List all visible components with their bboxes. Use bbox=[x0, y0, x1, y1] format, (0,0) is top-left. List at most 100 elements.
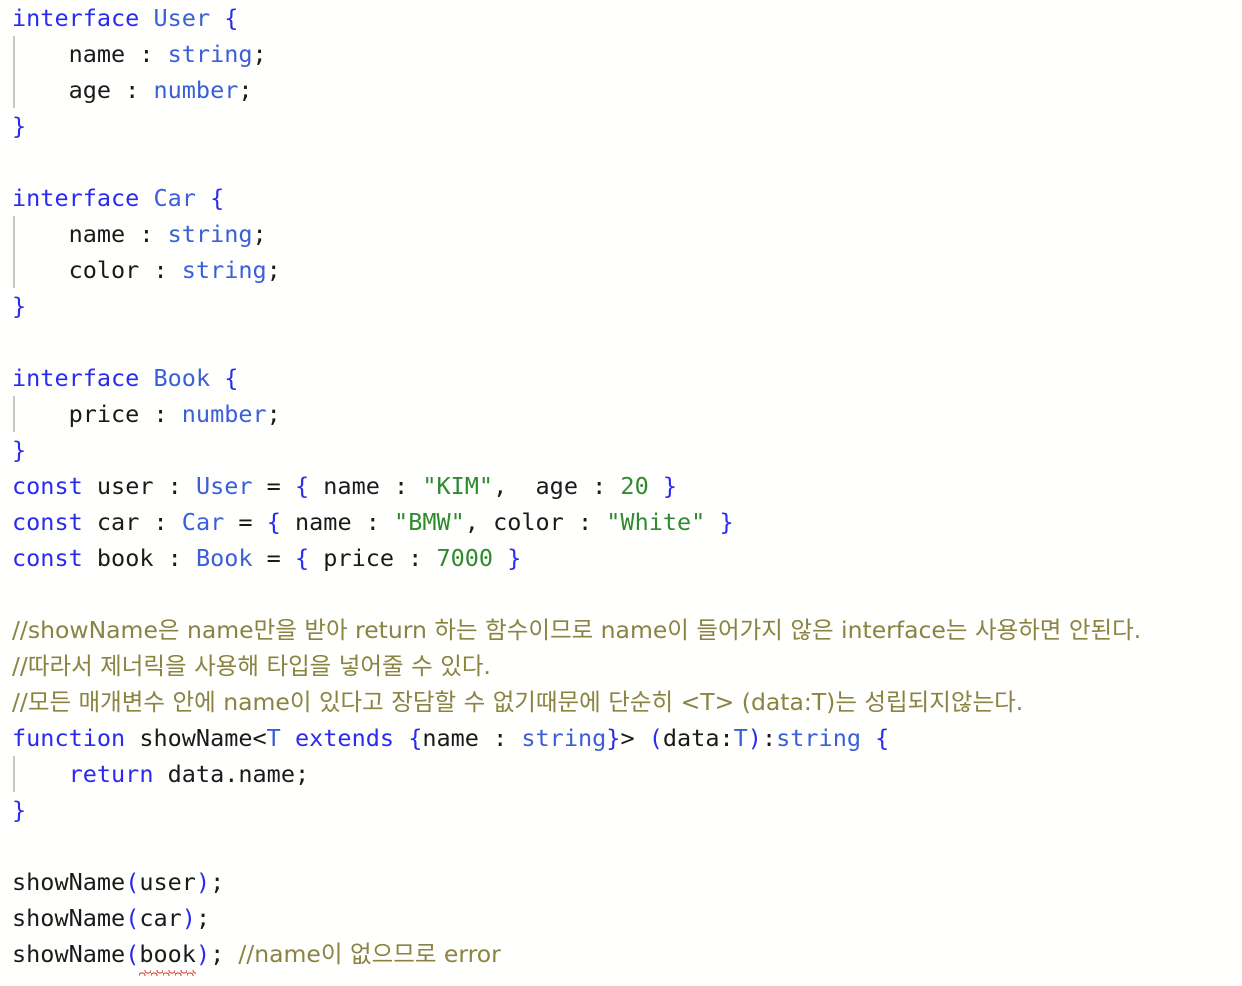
code-token-pln: showName< bbox=[125, 724, 267, 752]
code-token-pln: = bbox=[252, 544, 295, 572]
indent-guide bbox=[13, 252, 15, 288]
code-editor[interactable]: interface User { name : string; age : nu… bbox=[0, 0, 1242, 976]
code-token-pun: ; bbox=[195, 904, 211, 932]
code-token-brc: { bbox=[294, 544, 310, 572]
code-token-pln: car : bbox=[82, 508, 182, 536]
code-line[interactable]: } bbox=[12, 288, 1242, 324]
code-line[interactable]: const user : User = { name : "KIM", age … bbox=[12, 468, 1242, 504]
code-token-typ: string bbox=[167, 40, 253, 68]
code-token-brc: } bbox=[12, 292, 27, 320]
code-line[interactable]: showName(car); bbox=[12, 900, 1242, 936]
code-token-brc: { bbox=[875, 724, 890, 752]
code-token-str: "BMW" bbox=[394, 508, 465, 536]
code-token-typ: number bbox=[181, 400, 267, 428]
code-token-brc: { bbox=[266, 508, 281, 536]
code-token-brc: ) bbox=[747, 724, 762, 752]
code-line[interactable]: } bbox=[12, 108, 1242, 144]
code-token-pln: user : bbox=[82, 472, 196, 500]
code-token-pln: showName bbox=[12, 868, 126, 896]
code-token-pun: ; bbox=[238, 76, 253, 104]
code-token-brc: } bbox=[12, 112, 27, 140]
code-token-brc: } bbox=[12, 796, 27, 824]
code-token-pln: name : bbox=[12, 40, 168, 68]
code-token-pln bbox=[139, 4, 153, 32]
code-token-brc: ) bbox=[195, 868, 211, 896]
code-token-pun: ; bbox=[252, 220, 267, 248]
code-line[interactable]: age : number; bbox=[12, 72, 1242, 108]
code-line[interactable] bbox=[12, 144, 1242, 180]
code-token-typ: number bbox=[153, 76, 239, 104]
code-token-kw: interface bbox=[12, 184, 140, 212]
code-line[interactable]: const book : Book = { price : 7000 } bbox=[12, 540, 1242, 576]
code-line[interactable]: function showName<T extends {name : stri… bbox=[12, 720, 1242, 756]
code-line[interactable]: return data.name; bbox=[12, 756, 1242, 792]
code-token-brc: ( bbox=[125, 904, 140, 932]
code-token-pln bbox=[281, 724, 295, 752]
code-line[interactable] bbox=[12, 828, 1242, 864]
code-token-typ: Book bbox=[195, 544, 253, 572]
code-line[interactable]: //따라서 제너릭을 사용해 타입을 넣어줄 수 있다. bbox=[12, 648, 1242, 684]
code-token-brc: { bbox=[408, 724, 423, 752]
code-token-pln: user bbox=[139, 868, 196, 896]
code-token-typ: T bbox=[266, 724, 281, 752]
code-token-pun: : bbox=[761, 724, 777, 752]
code-line[interactable]: //showName은 name만을 받아 return 하는 함수이므로 na… bbox=[12, 612, 1242, 648]
code-token-pln: , age : bbox=[493, 472, 621, 500]
code-token-brc: } bbox=[719, 508, 734, 536]
code-token-typ: Book bbox=[153, 364, 211, 392]
error-squiggle: book bbox=[139, 936, 196, 976]
code-token-pun: ; bbox=[266, 400, 281, 428]
code-token-pln: > bbox=[620, 724, 649, 752]
code-line[interactable] bbox=[12, 576, 1242, 612]
code-token-pln: showName bbox=[12, 940, 126, 968]
code-line[interactable]: interface Book { bbox=[12, 360, 1242, 396]
code-token-pun: ; bbox=[210, 868, 225, 896]
code-token-pln bbox=[861, 724, 875, 752]
code-token-pln: showName bbox=[12, 904, 126, 932]
code-token-brc: { bbox=[294, 472, 310, 500]
code-line[interactable]: price : number; bbox=[12, 396, 1242, 432]
code-token-typ: string bbox=[776, 724, 861, 752]
code-line[interactable]: } bbox=[12, 432, 1242, 468]
code-token-pln bbox=[139, 184, 153, 212]
code-line[interactable]: //모든 매개변수 안에 name이 있다고 장담할 수 없기때문에 단순히 <… bbox=[12, 684, 1242, 720]
code-token-typ: User bbox=[153, 4, 211, 32]
code-token-cmt: //showName은 name만을 받아 return 하는 함수이므로 na… bbox=[12, 616, 1142, 644]
code-line[interactable] bbox=[12, 324, 1242, 360]
code-token-brc: { bbox=[224, 364, 239, 392]
code-line[interactable]: interface Car { bbox=[12, 180, 1242, 216]
code-token-brc: { bbox=[210, 184, 225, 212]
code-token-typ: T bbox=[733, 724, 748, 752]
code-token-num: 20 bbox=[620, 472, 649, 500]
code-token-brc: ) bbox=[195, 940, 211, 968]
code-token-pln: age : bbox=[12, 76, 154, 104]
code-token-pln: price : bbox=[12, 400, 182, 428]
code-token-pln: data: bbox=[662, 724, 734, 752]
code-line[interactable]: name : string; bbox=[12, 36, 1242, 72]
code-token-pln bbox=[705, 508, 719, 536]
code-token-pln: car bbox=[139, 904, 182, 932]
code-line[interactable]: color : string; bbox=[12, 252, 1242, 288]
code-token-brc: ( bbox=[648, 724, 663, 752]
code-line[interactable]: interface User { bbox=[12, 0, 1242, 36]
code-token-cmt: //따라서 제너릭을 사용해 타입을 넣어줄 수 있다. bbox=[12, 652, 491, 680]
code-line[interactable]: showName(user); bbox=[12, 864, 1242, 900]
code-line[interactable]: } bbox=[12, 792, 1242, 828]
code-token-pln bbox=[210, 4, 224, 32]
indent-guide bbox=[13, 396, 15, 432]
code-line[interactable]: showName(book); //name이 없으므로 error bbox=[12, 936, 1242, 976]
indent-guide bbox=[13, 756, 15, 792]
code-token-pln: data.name; bbox=[153, 760, 310, 788]
code-token-brc: } bbox=[507, 544, 522, 572]
code-line[interactable]: const car : Car = { name : "BMW", color … bbox=[12, 504, 1242, 540]
code-line[interactable]: name : string; bbox=[12, 216, 1242, 252]
code-token-pln bbox=[394, 724, 408, 752]
code-token-brc: } bbox=[662, 472, 678, 500]
code-token-pln: book : bbox=[82, 544, 196, 572]
code-token-typ: Car bbox=[181, 508, 225, 536]
code-token-pln bbox=[196, 184, 210, 212]
code-token-pln bbox=[649, 472, 663, 500]
code-token-str: "White" bbox=[606, 508, 706, 536]
code-token-brc: ) bbox=[181, 904, 196, 932]
code-token-brc: ( bbox=[125, 868, 140, 896]
